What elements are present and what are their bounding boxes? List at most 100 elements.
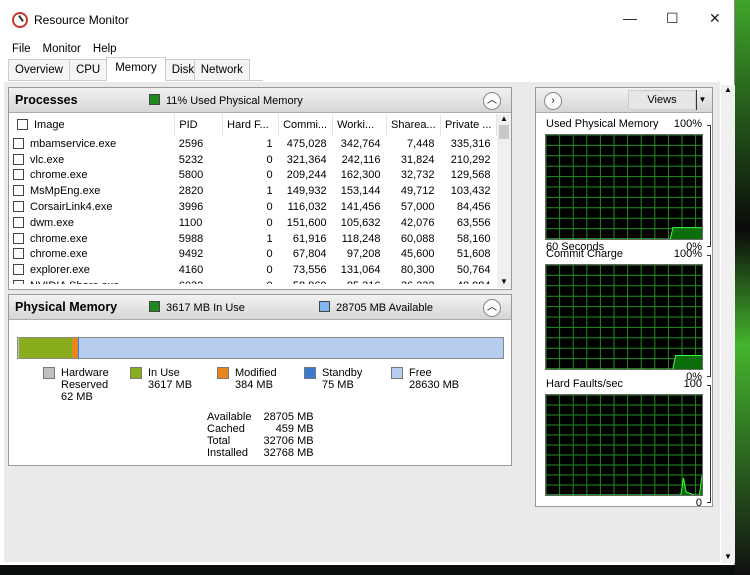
table-row[interactable]: vlc.exe 5232 0 321,364 242,116 31,824 210,292 — [9, 152, 497, 168]
scroll-up-icon[interactable]: ▲ — [497, 114, 511, 123]
in-use-text: 3617 MB In Use — [166, 301, 245, 314]
tab-overview[interactable]: Overview — [8, 59, 70, 80]
column-header[interactable]: Hard F... — [222, 114, 280, 136]
row-checkbox[interactable] — [13, 216, 24, 228]
row-checkbox[interactable] — [13, 137, 24, 149]
cell-value: 85,316 — [347, 280, 381, 284]
legend-standby: Standby 75 MB — [304, 367, 362, 391]
collapse-icon[interactable]: ︿ — [483, 299, 501, 317]
maximize-button[interactable]: ☐ — [666, 10, 679, 27]
close-button[interactable]: ✕ — [709, 10, 721, 27]
cell-value: 475,028 — [286, 137, 327, 150]
legend-swatch — [217, 367, 229, 379]
graph-title: Hard Faults/sec — [546, 378, 624, 390]
cell: 42,076 — [387, 215, 441, 231]
row-checkbox[interactable] — [13, 232, 24, 244]
graph-area — [672, 355, 702, 369]
legend-label: In Use — [148, 367, 180, 379]
tab-memory[interactable]: Memory — [106, 57, 166, 81]
column-header[interactable]: Image — [9, 114, 176, 136]
graph-0 — [545, 134, 703, 240]
window-title: Resource Monitor — [34, 13, 129, 27]
table-row[interactable]: NVIDIA Share.exe 6032 0 58,960 85,316 36,332 4… — [9, 278, 497, 284]
cell-value: 32,732 — [400, 169, 435, 182]
minimize-button[interactable]: — — [623, 10, 637, 26]
column-label: Image — [34, 119, 65, 131]
cell-value: 0 — [266, 153, 273, 166]
tab-network[interactable]: Network — [193, 59, 250, 80]
row-checkbox[interactable] — [13, 201, 24, 213]
status-swatch — [149, 93, 160, 105]
cell-value: 61,916 — [292, 232, 327, 245]
row-checkbox[interactable] — [13, 264, 24, 276]
column-header[interactable]: PID — [174, 114, 224, 136]
stat-value: 32706 MB — [263, 435, 314, 447]
graphs-header: › Views ▼ — [536, 88, 712, 113]
cell: 36,332 — [387, 278, 441, 284]
cell-value: 1 — [266, 137, 273, 150]
cell: 0 — [223, 152, 279, 168]
menu-help[interactable]: Help — [93, 43, 117, 55]
cell-value: 7,448 — [406, 137, 435, 150]
column-header[interactable]: Worki... — [332, 114, 388, 136]
available-swatch — [319, 300, 330, 312]
table-row[interactable]: mbamservice.exe 2596 1 475,028 342,764 7,448 3… — [9, 136, 497, 152]
tab-disk[interactable]: Disk — [164, 59, 195, 80]
cell-value: 9492 — [178, 248, 204, 261]
cell: 1 — [223, 136, 279, 152]
row-checkbox[interactable] — [13, 248, 24, 260]
resource-monitor-window: Resource Monitor — ☐ ✕ File Monitor Help… — [0, 0, 735, 565]
tab-cpu[interactable]: CPU — [68, 59, 108, 80]
graphs-panel: › Views ▼ Used Physical Memory 100% 0% 6… — [535, 87, 713, 509]
expand-icon[interactable]: › — [544, 92, 562, 110]
select-all-checkbox[interactable] — [17, 119, 28, 130]
cell: 5800 — [175, 168, 223, 184]
cell: vlc.exe — [9, 152, 175, 168]
menu-monitor[interactable]: Monitor — [43, 43, 81, 55]
processes-header[interactable]: Processes 11% Used Physical Memory ︿ — [9, 88, 511, 113]
bar-segment-in-use — [18, 338, 73, 358]
processes-scrollbar[interactable]: ▲ ▼ — [497, 114, 511, 288]
table-row[interactable]: chrome.exe 9492 0 67,804 97,208 45,600 51,608 — [9, 247, 497, 263]
row-checkbox[interactable] — [13, 153, 24, 165]
scroll-down-icon[interactable]: ▼ — [497, 277, 511, 286]
table-row[interactable]: chrome.exe 5800 0 209,244 162,300 32,732 129,5… — [9, 168, 497, 184]
table-row[interactable]: dwm.exe 1100 0 151,600 105,632 42,076 63,556 — [9, 215, 497, 231]
cell: 73,556 — [279, 262, 333, 278]
legend-free: Free 28630 MB — [391, 367, 459, 391]
scroll-thumb[interactable] — [499, 125, 509, 139]
column-header[interactable]: Private ... — [440, 114, 497, 136]
physical-memory-header[interactable]: Physical Memory 3617 MB In Use 28705 MB … — [9, 295, 511, 320]
row-checkbox[interactable] — [13, 185, 24, 197]
views-label: Views — [647, 94, 677, 106]
row-checkbox[interactable] — [13, 169, 24, 181]
column-header[interactable]: Sharea... — [386, 114, 441, 136]
scroll-down-icon[interactable]: ▼ — [721, 552, 735, 561]
views-button[interactable]: Views — [628, 90, 696, 110]
cell: 141,456 — [333, 199, 387, 215]
cell-value: 103,432 — [450, 185, 491, 198]
table-row[interactable]: CorsairLink4.exe 3996 0 116,032 141,456 57,00… — [9, 199, 497, 215]
stat-label: Total — [207, 435, 231, 447]
views-dropdown-icon[interactable]: ▼ — [696, 90, 708, 110]
table-row[interactable]: explorer.exe 4160 0 73,556 131,064 80,300 50,7… — [9, 262, 497, 278]
table-row[interactable]: chrome.exe 5988 1 61,916 118,248 60,088 58,160 — [9, 231, 497, 247]
cell-value: chrome.exe — [30, 248, 88, 261]
collapse-icon[interactable]: ︿ — [483, 92, 501, 110]
legend-label: Free — [409, 367, 432, 379]
cell-value: vlc.exe — [30, 153, 65, 166]
cell: 85,316 — [333, 278, 387, 284]
row-checkbox[interactable] — [13, 280, 24, 284]
column-header[interactable]: Commi... — [278, 114, 334, 136]
cell: 58,960 — [279, 278, 333, 284]
menu-file[interactable]: File — [12, 43, 31, 55]
table-row[interactable]: MsMpEng.exe 2820 1 149,932 153,144 49,712 103,… — [9, 183, 497, 199]
scroll-up-icon[interactable]: ▲ — [721, 85, 735, 94]
cell-value: chrome.exe — [30, 232, 88, 245]
cell-value: 116,032 — [287, 201, 327, 214]
cell: 0 — [223, 247, 279, 263]
cell-value: 57,000 — [400, 201, 435, 214]
cell: 1100 — [175, 215, 223, 231]
window-scrollbar[interactable]: ▲ ▼ — [721, 85, 735, 563]
cell-value: explorer.exe — [30, 264, 90, 277]
